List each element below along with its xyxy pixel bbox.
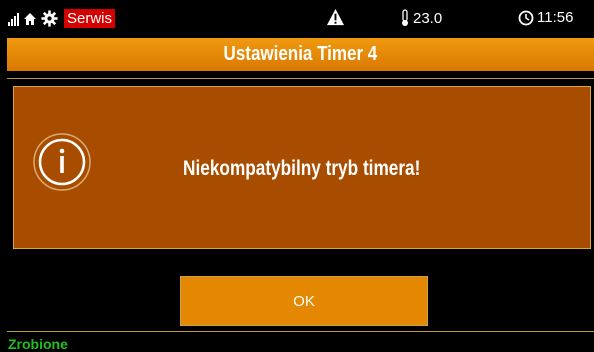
signal-strength-icon <box>8 12 19 26</box>
page-title: Ustawienia Timer 4 <box>223 43 378 65</box>
ok-button[interactable]: OK <box>180 276 428 326</box>
status-bar: Serwis 23.0 11:56 <box>0 0 594 38</box>
dialog-message-text: Niekompatybilny tryb timera! <box>183 157 421 180</box>
divider <box>7 78 594 79</box>
ok-button-label: OK <box>293 292 315 310</box>
home-icon[interactable] <box>23 12 37 26</box>
clock-readout: 11:56 <box>518 9 573 26</box>
dialog-message: Niekompatybilny tryb timera! <box>14 157 590 181</box>
clock-icon <box>518 10 534 26</box>
footer-divider <box>7 331 594 332</box>
gear-icon[interactable] <box>41 10 58 27</box>
service-mode-badge[interactable]: Serwis <box>64 9 116 28</box>
status-left-group: Serwis <box>8 9 116 28</box>
time-value: 11:56 <box>537 9 574 26</box>
temperature-readout: 23.0 <box>400 9 442 27</box>
warning-icon[interactable] <box>326 8 345 27</box>
message-dialog: Niekompatybilny tryb timera! <box>13 86 591 249</box>
footer-status: Zrobione <box>8 336 68 352</box>
temperature-value: 23.0 <box>413 9 443 27</box>
title-bar: Ustawienia Timer 4 <box>7 38 594 71</box>
thermometer-icon <box>400 9 410 27</box>
